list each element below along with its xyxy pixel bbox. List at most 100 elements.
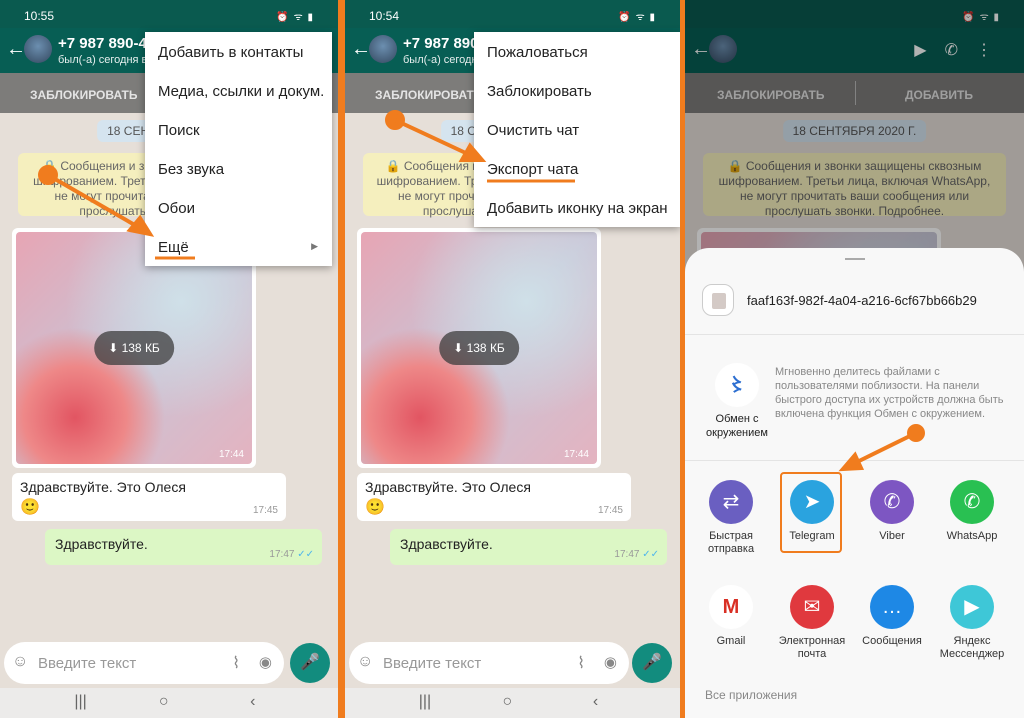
menu-item-label: Обои: [158, 200, 195, 217]
attach-icon[interactable]: ⌇: [232, 653, 240, 673]
menu-item-label: Добавить иконку на экран: [487, 200, 668, 217]
viber-icon: ✆: [870, 480, 914, 524]
last-seen: был(-а) сегодня в: [58, 54, 148, 66]
emoji-icon[interactable]: ☺: [357, 653, 373, 671]
back-nav-icon[interactable]: ‹: [250, 693, 255, 711]
message-text: Здравствуйте. Это Олеся: [365, 479, 531, 495]
menu-item[interactable]: Поиск: [145, 110, 332, 149]
smile-emoji: 🙂: [365, 499, 385, 516]
menu-item[interactable]: Добавить в контакты: [145, 32, 332, 71]
email-icon: ✉: [790, 585, 834, 629]
image-message[interactable]: ⬇ 138 КБ 17:44: [357, 228, 601, 468]
menu-item-label: Добавить в контакты: [158, 44, 304, 61]
menu-item-label: Ещё: [158, 239, 189, 256]
home-icon[interactable]: ○: [159, 693, 169, 711]
avatar[interactable]: [369, 35, 397, 63]
share-app-электронная-почта[interactable]: ✉ Электронная почта: [772, 585, 852, 661]
nav-bar: ||| ○ ‹: [0, 688, 338, 718]
message-time-wrap: 17:47 ✓✓: [614, 549, 659, 560]
status-bar: 10:55 ⏰ ᯤ ▮: [0, 0, 338, 28]
back-nav-icon[interactable]: ‹: [593, 693, 598, 711]
camera-icon[interactable]: ◉: [604, 653, 617, 671]
share-app-gmail[interactable]: M Gmail: [691, 585, 771, 648]
message-text: Здравствуйте.: [55, 536, 148, 552]
all-apps-label[interactable]: Все приложения: [705, 688, 797, 702]
menu-item[interactable]: Ещё ▶: [145, 227, 332, 266]
whatsapp-icon: ✆: [950, 480, 994, 524]
overflow-menu: Добавить в контакты Медиа, ссылки и докум…: [145, 32, 332, 266]
back-arrow-icon[interactable]: ←: [6, 38, 26, 61]
recents-icon[interactable]: |||: [74, 693, 86, 711]
read-ticks-icon: ✓✓: [297, 549, 314, 560]
camera-icon[interactable]: ◉: [259, 653, 272, 671]
input-placeholder[interactable]: Введите текст: [383, 655, 481, 672]
input-placeholder[interactable]: Введите текст: [38, 655, 136, 672]
home-icon[interactable]: ○: [502, 693, 512, 711]
quick-share-icon: ⇄: [709, 480, 753, 524]
share-app-сообщения[interactable]: … Сообщения: [852, 585, 932, 648]
yandex-messenger-icon: ▶: [950, 585, 994, 629]
menu-item[interactable]: Обои: [145, 188, 332, 227]
phone-screen-3: ⏰ ᯤ ▮ ← ▶✆⋮ ЗАБЛОКИРОВАТЬ ДОБАВИТЬ 18 СЕ…: [685, 0, 1024, 718]
avatar[interactable]: [24, 35, 52, 63]
incoming-message: Здравствуйте. Это Олеся 🙂 17:45: [12, 473, 286, 521]
nearby-share-icon[interactable]: 〻: [715, 363, 759, 407]
app-label: Яндекс Мессенджер: [939, 635, 1005, 660]
attach-icon[interactable]: ⌇: [577, 653, 585, 673]
gmail-icon: M: [709, 585, 753, 629]
message-input[interactable]: ☺ Введите текст ⌇ ◉: [349, 642, 629, 684]
app-label: Быстрая отправка: [707, 530, 755, 555]
nearby-share-label[interactable]: Обмен с окружением: [699, 412, 775, 440]
download-button[interactable]: ⬇ 138 КБ: [94, 331, 174, 365]
clock: 10:55: [24, 9, 55, 23]
image-time: 17:44: [563, 449, 589, 460]
smile-emoji: 🙂: [20, 499, 40, 516]
share-app-яндекс-мессенджер[interactable]: ▶ Яндекс Мессенджер: [932, 585, 1012, 661]
menu-item[interactable]: Очистить чат: [474, 110, 680, 149]
share-app-viber[interactable]: ✆ Viber: [852, 480, 932, 543]
contact-name[interactable]: +7 987 890-4: [58, 35, 147, 52]
nearby-share-text: Мгновенно делитесь файлами с пользовател…: [775, 366, 1004, 420]
download-button[interactable]: ⬇ 138 КБ: [439, 331, 519, 365]
app-label: Сообщения: [862, 635, 922, 647]
message-input[interactable]: ☺ Введите текст ⌇ ◉: [4, 642, 284, 684]
mic-button[interactable]: 🎤: [632, 643, 672, 683]
submenu-arrow-icon: ▶: [311, 241, 318, 251]
message-time: 17:45: [597, 505, 623, 516]
message-time: 17:47: [614, 549, 640, 560]
message-text: Здравствуйте.: [400, 536, 493, 552]
block-button[interactable]: ЗАБЛОКИРОВАТЬ: [375, 88, 482, 102]
message-time-wrap: 17:47 ✓✓: [269, 549, 314, 560]
menu-item-label: Экспорт чата: [487, 161, 579, 178]
status-bar: 10:54 ⏰ ᯤ ▮: [345, 0, 680, 28]
emoji-icon[interactable]: ☺: [12, 653, 28, 671]
menu-item[interactable]: Добавить иконку на экран: [474, 188, 680, 227]
message-time: 17:47: [269, 549, 295, 560]
mic-button[interactable]: 🎤: [290, 643, 330, 683]
menu-item[interactable]: Заблокировать: [474, 71, 680, 110]
mic-icon: 🎤: [642, 654, 662, 671]
menu-item[interactable]: Медиа, ссылки и докум.: [145, 71, 332, 110]
app-label: Viber: [879, 530, 905, 542]
menu-item-label: Очистить чат: [487, 122, 580, 139]
status-icons: ⏰ ᯤ ▮: [618, 12, 656, 23]
menu-item-label: Поиск: [158, 122, 200, 139]
outgoing-message: Здравствуйте. 17:47 ✓✓: [45, 529, 322, 565]
drag-handle[interactable]: [844, 258, 865, 260]
overflow-menu: Пожаловаться Заблокировать Очистить чат Экс…: [474, 32, 680, 227]
menu-item[interactable]: Без звука: [145, 149, 332, 188]
menu-item[interactable]: Пожаловаться: [474, 32, 680, 71]
nav-bar: ||| ○ ‹: [345, 688, 680, 718]
app-label: Gmail: [716, 635, 746, 647]
menu-item-label: Заблокировать: [487, 83, 592, 100]
messages-icon: …: [870, 585, 914, 629]
block-button[interactable]: ЗАБЛОКИРОВАТЬ: [30, 88, 137, 102]
share-app-быстрая-отправка[interactable]: ⇄ Быстрая отправка: [691, 480, 771, 556]
share-app-whatsapp[interactable]: ✆ WhatsApp: [932, 480, 1012, 543]
divider: [685, 460, 1024, 461]
back-arrow-icon[interactable]: ←: [351, 38, 371, 61]
menu-item-label: Без звука: [158, 161, 225, 178]
recents-icon[interactable]: |||: [419, 693, 431, 711]
phone-screen-1: 10:55 ⏰ ᯤ ▮ ← +7 987 890-4 был(-а) сегодн…: [0, 0, 338, 718]
menu-item[interactable]: Экспорт чата: [474, 149, 680, 188]
